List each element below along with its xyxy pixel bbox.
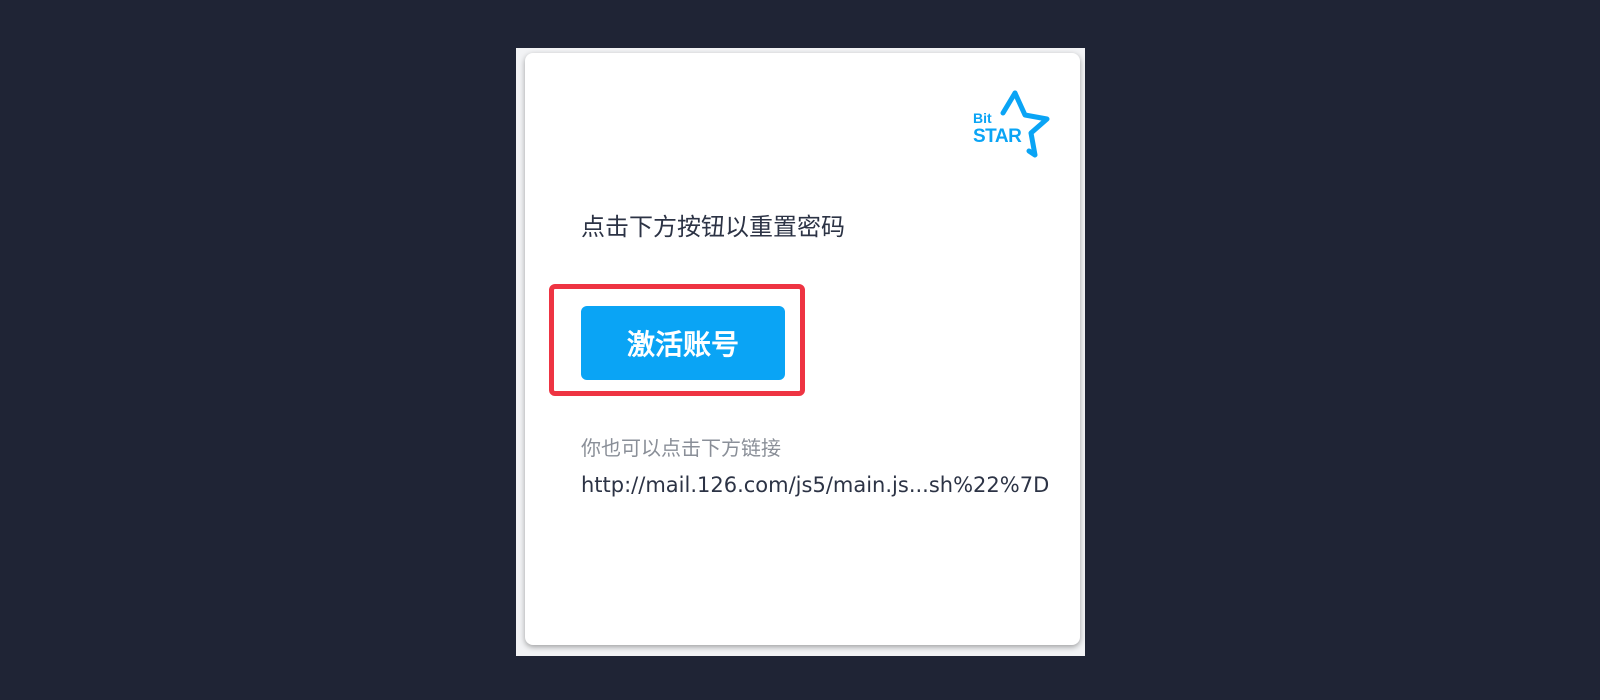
email-frame: Bit STAR 点击下方按钮以重置密码 激活账号 你也可以点击下方链接 htt… [516,48,1085,656]
activate-account-button[interactable]: 激活账号 [581,306,785,380]
bitstar-logo: Bit STAR [973,87,1053,159]
reset-link[interactable]: http://mail.126.com/js5/main.js...sh%22%… [581,473,1049,497]
logo-text-bit: Bit [973,110,992,126]
email-card: Bit STAR 点击下方按钮以重置密码 激活账号 你也可以点击下方链接 htt… [525,53,1080,645]
alternative-link-hint: 你也可以点击下方链接 [581,436,781,460]
logo-text-star: STAR [973,126,1022,147]
reset-password-instruction: 点击下方按钮以重置密码 [581,213,845,241]
